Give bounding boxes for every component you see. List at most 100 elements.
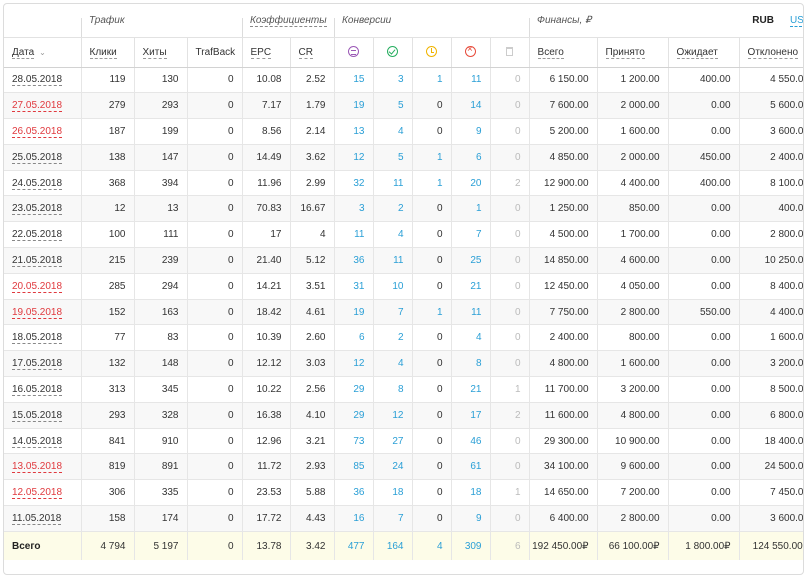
date-link[interactable]: 15.05.2018 xyxy=(12,409,63,422)
cell-c4[interactable]: 1 xyxy=(450,195,490,223)
date-link[interactable]: 13.05.2018 xyxy=(12,461,63,474)
cell-c4[interactable]: 9 xyxy=(450,118,490,145)
cell-c2[interactable]: 8 xyxy=(372,376,412,403)
cell-c4[interactable]: 8 xyxy=(450,350,490,378)
header-rejected[interactable]: Отклонено xyxy=(738,36,803,68)
cell-c2[interactable]: 4 xyxy=(372,350,412,378)
cell-c1[interactable]: 36 xyxy=(333,479,373,507)
cell-c2[interactable]: 2 xyxy=(372,195,412,223)
header-accepted[interactable]: Принято xyxy=(596,36,669,68)
header-cr[interactable]: CR xyxy=(289,36,334,68)
cell-c4[interactable]: 6 xyxy=(450,144,490,171)
cell-total: 7 600.00 xyxy=(528,92,598,120)
cell-c4[interactable]: 25 xyxy=(450,247,490,274)
header-conv-rejected[interactable] xyxy=(450,36,490,68)
cell-total: 12 450.00 xyxy=(528,273,598,300)
cell-c4[interactable]: 21 xyxy=(450,376,490,403)
cell-c1[interactable]: 12 xyxy=(333,350,373,378)
date-link[interactable]: 17.05.2018 xyxy=(12,358,63,371)
date-link[interactable]: 18.05.2018 xyxy=(12,332,63,345)
waiting-icon xyxy=(348,46,359,58)
cell-c1[interactable]: 29 xyxy=(333,376,373,403)
group-coefficients[interactable]: Коэффициенты xyxy=(242,4,334,37)
cell-c2[interactable]: 4 xyxy=(372,118,412,145)
cell-c1[interactable]: 31 xyxy=(333,273,373,300)
cell-c2[interactable]: 7 xyxy=(372,505,412,532)
cell-c1[interactable]: 36 xyxy=(333,247,373,274)
cell-c4[interactable]: 11 xyxy=(450,299,490,326)
cell-c1[interactable]: 85 xyxy=(333,453,373,481)
cell-c1[interactable]: 73 xyxy=(333,428,373,455)
cell-c3[interactable]: 1 xyxy=(411,299,451,326)
cell-c1[interactable]: 16 xyxy=(333,505,373,532)
cell-c1[interactable]: 19 xyxy=(333,299,373,326)
cell-c1[interactable]: 15 xyxy=(333,67,373,94)
cell-c2[interactable]: 27 xyxy=(372,428,412,455)
cell-c3[interactable]: 1 xyxy=(411,67,451,94)
cell-c2[interactable]: 5 xyxy=(372,144,412,171)
cell-c1[interactable]: 32 xyxy=(333,170,373,197)
header-hits[interactable]: Хиты xyxy=(133,36,187,68)
cell-c2[interactable]: 4 xyxy=(372,221,412,249)
cell-c4[interactable]: 11 xyxy=(450,67,490,94)
cell-hits: 174 xyxy=(133,505,187,532)
cell-c4[interactable]: 9 xyxy=(450,505,490,532)
cell-total: 2 400.00 xyxy=(528,324,598,352)
date-link[interactable]: 27.05.2018 xyxy=(12,100,63,113)
cell-c1[interactable]: 19 xyxy=(333,92,373,120)
cell-c4[interactable]: 20 xyxy=(450,170,490,197)
cell-c2[interactable]: 3 xyxy=(372,67,412,94)
cell-c5: 0 xyxy=(489,67,530,94)
date-link[interactable]: 12.05.2018 xyxy=(12,487,63,500)
cell-c2[interactable]: 12 xyxy=(372,402,412,429)
date-link[interactable]: 16.05.2018 xyxy=(12,383,63,396)
header-conv-approved[interactable] xyxy=(372,36,412,68)
header-pending[interactable]: Ожидает xyxy=(667,36,740,68)
cell-c1[interactable]: 11 xyxy=(333,221,373,249)
cell-c2[interactable]: 24 xyxy=(372,453,412,481)
cell-c1[interactable]: 3 xyxy=(333,195,373,223)
header-conv-waiting[interactable] xyxy=(333,36,373,68)
cell-c4[interactable]: 18 xyxy=(450,479,490,507)
header-conv-hold[interactable] xyxy=(411,36,451,68)
cell-c4[interactable]: 4 xyxy=(450,324,490,352)
cell-c4[interactable]: 14 xyxy=(450,92,490,120)
cell-c1[interactable]: 6 xyxy=(333,324,373,352)
cell-c2[interactable]: 18 xyxy=(372,479,412,507)
currency-rub-button[interactable]: RUB xyxy=(752,15,774,26)
cell-c2[interactable]: 11 xyxy=(372,247,412,274)
date-link[interactable]: 24.05.2018 xyxy=(12,177,63,190)
cell-c4[interactable]: 7 xyxy=(450,221,490,249)
cell-accepted: 4 800.00 xyxy=(596,402,669,429)
header-clicks[interactable]: Клики xyxy=(80,36,134,68)
header-total[interactable]: Всего xyxy=(528,36,598,68)
cell-c3[interactable]: 1 xyxy=(411,170,451,197)
cell-c2[interactable]: 2 xyxy=(372,324,412,352)
cell-c4[interactable]: 17 xyxy=(450,402,490,429)
header-date[interactable]: Дата ⌄ xyxy=(4,36,81,68)
cell-c2[interactable]: 5 xyxy=(372,92,412,120)
date-link[interactable]: 28.05.2018 xyxy=(12,74,63,87)
cell-c1[interactable]: 13 xyxy=(333,118,373,145)
cell-c2[interactable]: 10 xyxy=(372,273,412,300)
date-link[interactable]: 23.05.2018 xyxy=(12,203,63,216)
date-link[interactable]: 20.05.2018 xyxy=(12,280,63,293)
cell-c1[interactable]: 29 xyxy=(333,402,373,429)
cell-c2[interactable]: 11 xyxy=(372,170,412,197)
date-link[interactable]: 14.05.2018 xyxy=(12,435,63,448)
cell-c3[interactable]: 1 xyxy=(411,144,451,171)
date-link[interactable]: 26.05.2018 xyxy=(12,125,63,138)
cell-c4[interactable]: 21 xyxy=(450,273,490,300)
cell-c4[interactable]: 46 xyxy=(450,428,490,455)
header-epc[interactable]: EPC xyxy=(241,36,290,68)
cell-c2[interactable]: 7 xyxy=(372,299,412,326)
date-link[interactable]: 11.05.2018 xyxy=(12,512,62,525)
date-link[interactable]: 25.05.2018 xyxy=(12,151,63,164)
date-link[interactable]: 22.05.2018 xyxy=(12,229,63,242)
cell-c4[interactable]: 61 xyxy=(450,453,490,481)
header-conv-trash[interactable] xyxy=(489,36,530,68)
cell-c1[interactable]: 12 xyxy=(333,144,373,171)
date-link[interactable]: 21.05.2018 xyxy=(12,254,63,267)
currency-usd-button[interactable]: USD xyxy=(789,14,803,27)
date-link[interactable]: 19.05.2018 xyxy=(12,306,63,319)
